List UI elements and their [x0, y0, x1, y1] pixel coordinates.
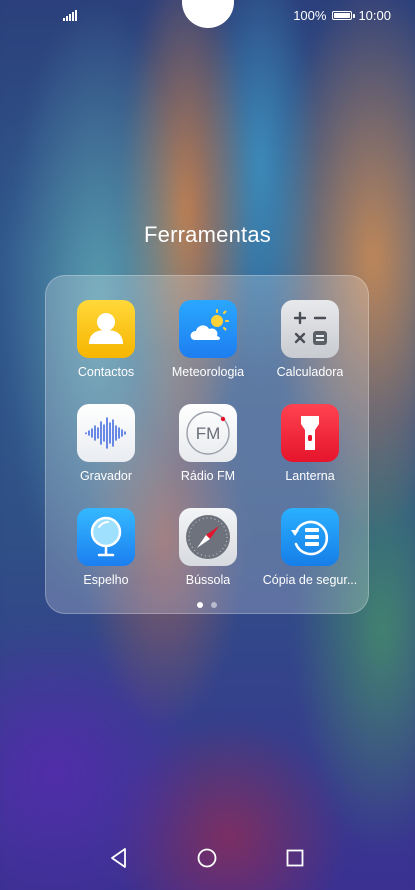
page-dot[interactable]: [211, 602, 217, 608]
recents-button[interactable]: [283, 846, 307, 870]
app-backup[interactable]: Cópia de segur...: [259, 508, 361, 587]
clock: 10:00: [358, 8, 391, 23]
page-indicator: [46, 602, 368, 608]
folder-panel: Contactos Meteorologia Calculadora Grava…: [45, 275, 369, 614]
camera-notch: [181, 0, 234, 28]
navigation-bar: [0, 832, 415, 890]
back-icon: [111, 848, 126, 868]
radio-fm-icon-text: FM: [196, 424, 221, 443]
app-weather[interactable]: Meteorologia: [157, 300, 259, 379]
weather-icon: [179, 300, 237, 358]
page-dot-active[interactable]: [197, 602, 203, 608]
app-mirror[interactable]: Espelho: [55, 508, 157, 587]
status-right: 100% 10:00: [293, 8, 391, 23]
signal-icon: [63, 10, 77, 21]
app-contacts[interactable]: Contactos: [55, 300, 157, 379]
contacts-icon: [77, 300, 135, 358]
app-label: Gravador: [79, 469, 133, 483]
home-icon: [197, 848, 217, 868]
radio-fm-icon: FM: [179, 404, 237, 462]
recorder-icon: [77, 404, 135, 462]
app-flashlight[interactable]: Lanterna: [259, 404, 361, 483]
home-screen: 100% 10:00 Ferramentas Contactos Meteoro…: [0, 0, 415, 890]
app-label: Contactos: [77, 365, 135, 379]
app-label: Cópia de segur...: [262, 573, 358, 587]
app-label: Bússola: [185, 573, 231, 587]
folder-title[interactable]: Ferramentas: [0, 222, 415, 248]
app-label: Lanterna: [285, 469, 335, 483]
app-label: Espelho: [83, 573, 129, 587]
app-compass[interactable]: Bússola: [157, 508, 259, 587]
battery-percentage: 100%: [293, 8, 327, 23]
battery-icon: [332, 11, 356, 20]
app-label: Calculadora: [276, 365, 344, 379]
backup-icon: [281, 508, 339, 566]
compass-icon: [179, 508, 237, 566]
flashlight-icon: [281, 404, 339, 462]
app-radio-fm[interactable]: FM Rádio FM: [157, 404, 259, 483]
mirror-icon: [77, 508, 135, 566]
app-label: Meteorologia: [171, 365, 245, 379]
calculator-icon: [281, 300, 339, 358]
app-label: Rádio FM: [180, 469, 236, 483]
app-grid: Contactos Meteorologia Calculadora Grava…: [46, 300, 370, 587]
recents-icon: [286, 849, 304, 867]
app-recorder[interactable]: Gravador: [55, 404, 157, 483]
app-calculator[interactable]: Calculadora: [259, 300, 361, 379]
back-button[interactable]: [107, 846, 131, 870]
status-bar: 100% 10:00: [0, 0, 415, 32]
home-button[interactable]: [195, 846, 219, 870]
